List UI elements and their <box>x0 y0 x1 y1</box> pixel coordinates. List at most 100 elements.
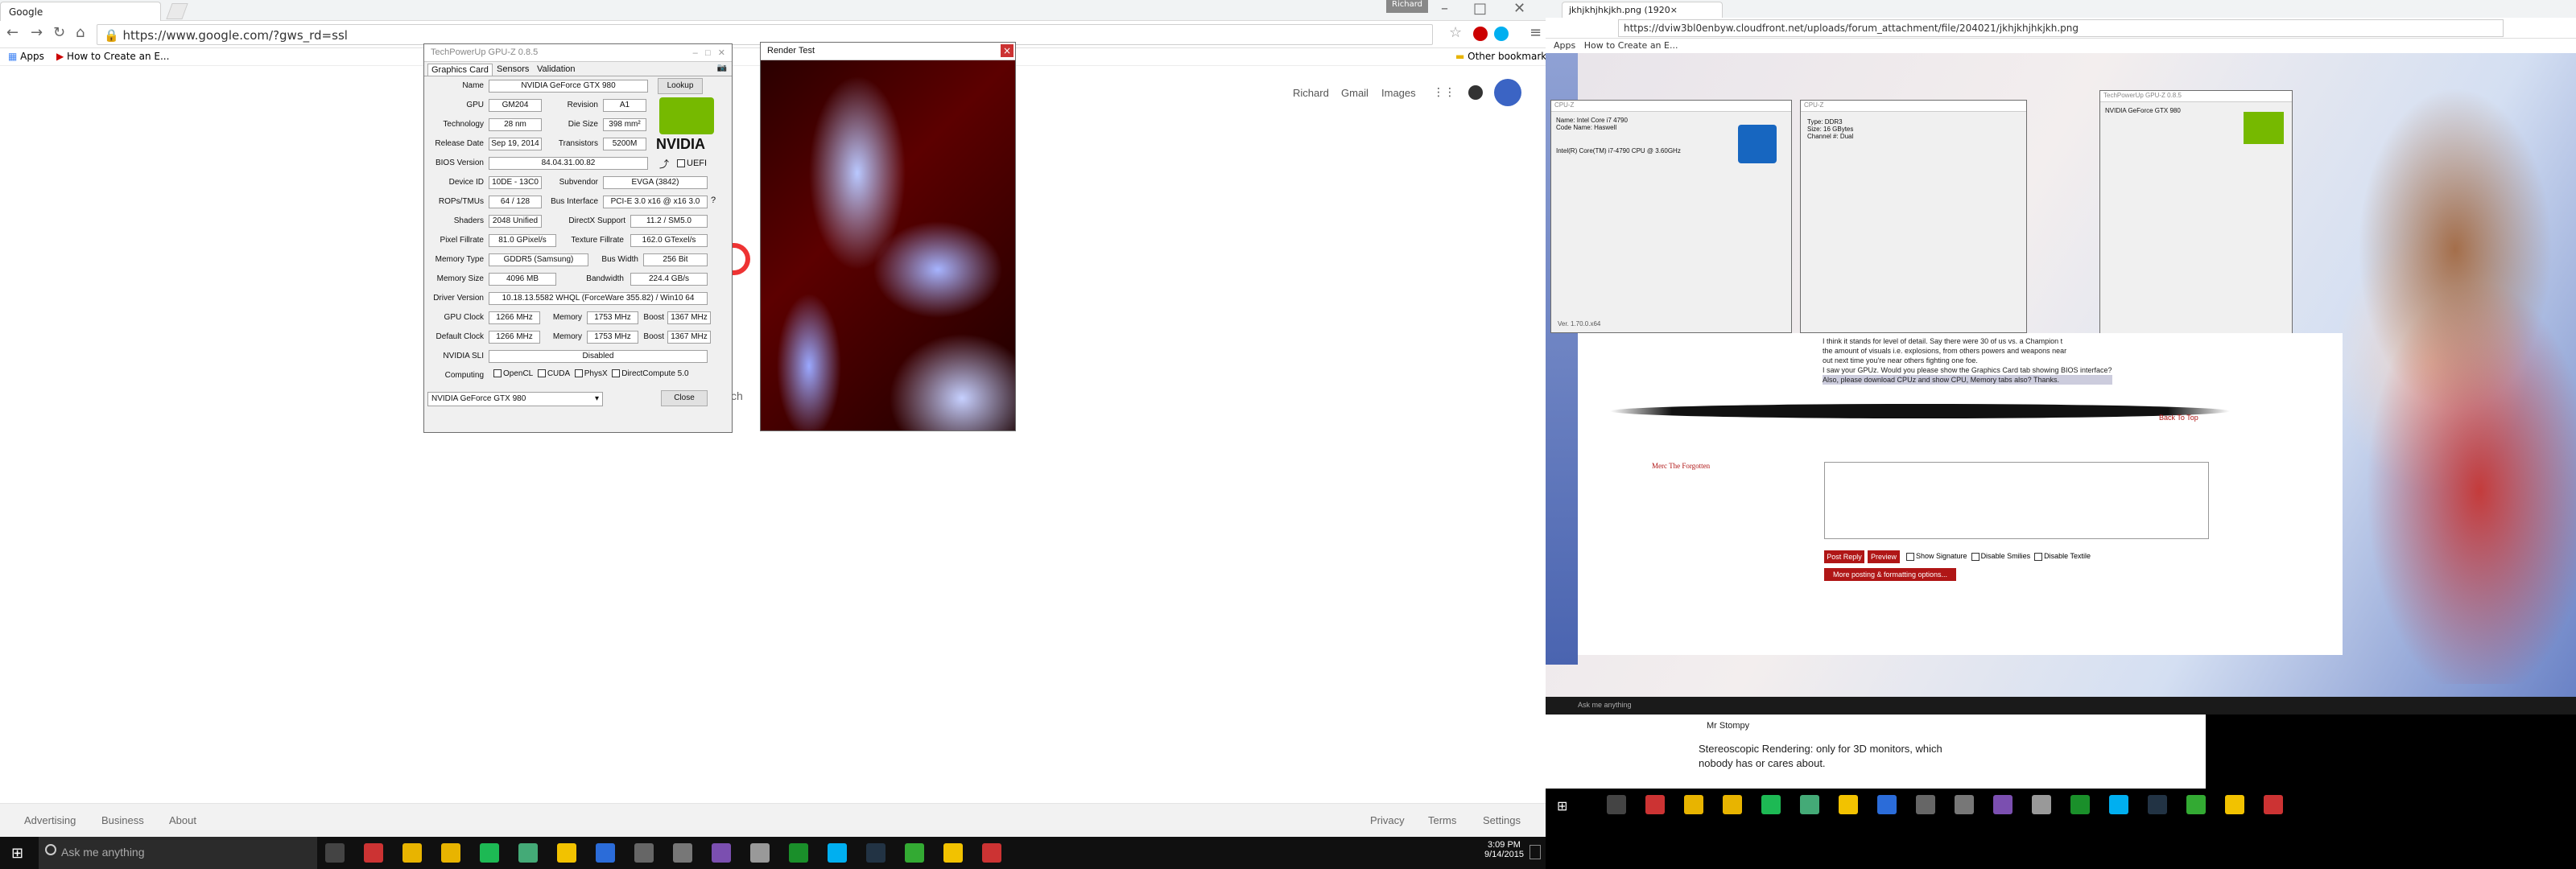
right-address-bar[interactable]: https://dviw3bl0enbyw.cloudfront.net/upl… <box>1618 19 2504 37</box>
extension-red-icon[interactable] <box>1473 27 1488 41</box>
physx-check[interactable]: PhysX <box>574 369 608 378</box>
label-texture-fillrate: Texture Fillrate <box>571 236 624 245</box>
app-purple-icon[interactable] <box>712 843 731 863</box>
menu-icon[interactable]: ≡ <box>1530 24 1542 41</box>
close-window-icon[interactable]: ✕ <box>1513 0 1525 17</box>
notification-icon[interactable] <box>1530 845 1541 859</box>
right-app-red-icon[interactable] <box>1645 795 1665 814</box>
cortana-search[interactable]: Ask me anything <box>39 837 317 869</box>
user-name-link[interactable]: Richard <box>1293 87 1329 99</box>
app-yellow2-icon[interactable] <box>943 843 963 863</box>
app-gray-icon[interactable] <box>634 843 654 863</box>
tab-graphics-card[interactable]: Graphics Card <box>427 64 493 76</box>
field-memory-size: 4096 MB <box>489 273 556 286</box>
gpu-select-dropdown[interactable]: NVIDIA GeForce GTX 980 ▾ <box>427 392 603 406</box>
right-chrome-icon[interactable] <box>1684 795 1703 814</box>
app-green-icon[interactable] <box>905 843 924 863</box>
calculator-icon[interactable] <box>750 843 770 863</box>
right-app-gray2-icon[interactable] <box>1955 795 1974 814</box>
notifications-icon[interactable] <box>1468 85 1483 100</box>
right-spotify-icon[interactable] <box>1761 795 1781 814</box>
poster-name[interactable]: Merc The Forgotten <box>1652 462 1710 470</box>
explorer-icon[interactable] <box>441 843 460 863</box>
task-view-icon[interactable] <box>325 843 345 863</box>
xbox-icon[interactable] <box>789 843 808 863</box>
footer-privacy[interactable]: Privacy <box>1370 814 1405 826</box>
chrome-icon[interactable] <box>402 843 422 863</box>
other-bookmarks[interactable]: ▬ Other bookmarks <box>1455 51 1551 62</box>
clock[interactable]: 3:09 PM 9/14/2015 <box>1484 840 1524 859</box>
reload-icon[interactable]: ↻ <box>53 24 65 41</box>
app-yellow-icon[interactable] <box>557 843 576 863</box>
right-xbox-icon[interactable] <box>2070 795 2090 814</box>
right-app-purple-icon[interactable] <box>1993 795 2013 814</box>
bios-save-icon[interactable]: ⤴ <box>659 157 669 171</box>
computing-options: OpenCL CUDA PhysX DirectCompute 5.0 <box>493 369 689 378</box>
back-to-top-link[interactable]: Back To Top <box>2159 414 2198 422</box>
footer-business[interactable]: Business <box>101 814 144 826</box>
right-explorer-icon[interactable] <box>1723 795 1742 814</box>
profile-badge[interactable]: Richard <box>1386 0 1428 13</box>
right-steam-icon[interactable] <box>2148 795 2167 814</box>
apps-grid-icon[interactable]: ⋮⋮ <box>1433 86 1455 99</box>
close-button[interactable]: Close <box>661 390 708 406</box>
disable-smilies-check[interactable]: Disable Smilies <box>1971 552 2030 561</box>
help-icon[interactable]: ? <box>711 196 716 205</box>
right-app-gray-icon[interactable] <box>1916 795 1935 814</box>
anime-character <box>2334 72 2576 684</box>
skype-taskbar-icon[interactable] <box>828 843 847 863</box>
bookmark-apps[interactable]: ▦ Apps <box>8 51 44 62</box>
screenshot-icon[interactable]: 📷 <box>717 64 727 72</box>
app-red2-icon[interactable] <box>982 843 1001 863</box>
search-button-partial[interactable]: ch <box>731 389 743 402</box>
footer-advertising[interactable]: Advertising <box>24 814 76 826</box>
images-link[interactable]: Images <box>1381 87 1416 99</box>
right-app-yellow-icon[interactable] <box>1839 795 1858 814</box>
more-options-button[interactable]: More posting & formatting options... <box>1824 568 1956 581</box>
app-blue-icon[interactable] <box>596 843 615 863</box>
skype-icon[interactable] <box>1494 27 1509 41</box>
spotify-icon[interactable] <box>480 843 499 863</box>
footer-terms[interactable]: Terms <box>1428 814 1456 826</box>
opencl-check[interactable]: OpenCL <box>493 369 533 378</box>
footer-settings[interactable]: Settings <box>1483 814 1521 826</box>
bookmark-howto[interactable]: ▶ How to Create an E... <box>56 51 169 62</box>
reply-textarea[interactable] <box>1824 462 2209 539</box>
render-test-close-icon[interactable]: × <box>1001 44 1013 57</box>
right-app-red2-icon[interactable] <box>2264 795 2283 814</box>
right-app-yellow2-icon[interactable] <box>2225 795 2244 814</box>
right-start-icon[interactable]: ⊞ <box>1557 798 1567 813</box>
lookup-button[interactable]: Lookup <box>658 78 703 94</box>
gmail-link[interactable]: Gmail <box>1341 87 1368 99</box>
tab-sensors[interactable]: Sensors <box>497 64 529 74</box>
minimize-icon[interactable]: – <box>1441 0 1448 17</box>
tab-validation[interactable]: Validation <box>537 64 576 74</box>
steam-icon[interactable] <box>866 843 886 863</box>
star-icon[interactable]: ☆ <box>1449 24 1462 41</box>
tab-google[interactable]: Google <box>0 2 161 21</box>
directcompute-check[interactable]: DirectCompute 5.0 <box>612 369 689 378</box>
right-task-view-icon[interactable] <box>1607 795 1626 814</box>
maximize-icon[interactable]: □ <box>1473 0 1487 17</box>
right-app-blue-icon[interactable] <box>1877 795 1897 814</box>
home-icon[interactable]: ⌂ <box>76 24 85 41</box>
right-calculator-icon[interactable] <box>2032 795 2051 814</box>
right-gpuz-taskbar-icon[interactable] <box>1800 795 1819 814</box>
footer-about[interactable]: About <box>169 814 196 826</box>
right-tab[interactable]: jkhjkhjhkjkh.png (1920× <box>1562 2 1723 18</box>
start-icon[interactable]: ⊞ <box>11 845 27 862</box>
preview-button[interactable]: Preview <box>1868 550 1900 563</box>
gpuz-taskbar-icon[interactable] <box>518 843 538 863</box>
right-skype-taskbar-icon[interactable] <box>2109 795 2128 814</box>
back-icon[interactable]: ← <box>6 24 19 41</box>
app-gray2-icon[interactable] <box>673 843 692 863</box>
post-reply-button[interactable]: Post Reply <box>1824 550 1864 563</box>
disable-textile-check[interactable]: Disable Textile <box>2034 552 2091 561</box>
right-app-green-icon[interactable] <box>2186 795 2206 814</box>
cuda-check[interactable]: CUDA <box>537 369 570 378</box>
gpuz-mini-logo <box>2244 112 2284 144</box>
show-signature-check[interactable]: Show Signature <box>1906 552 1967 561</box>
forward-icon[interactable]: → <box>31 24 43 41</box>
avatar[interactable] <box>1494 79 1521 106</box>
app-red-icon[interactable] <box>364 843 383 863</box>
